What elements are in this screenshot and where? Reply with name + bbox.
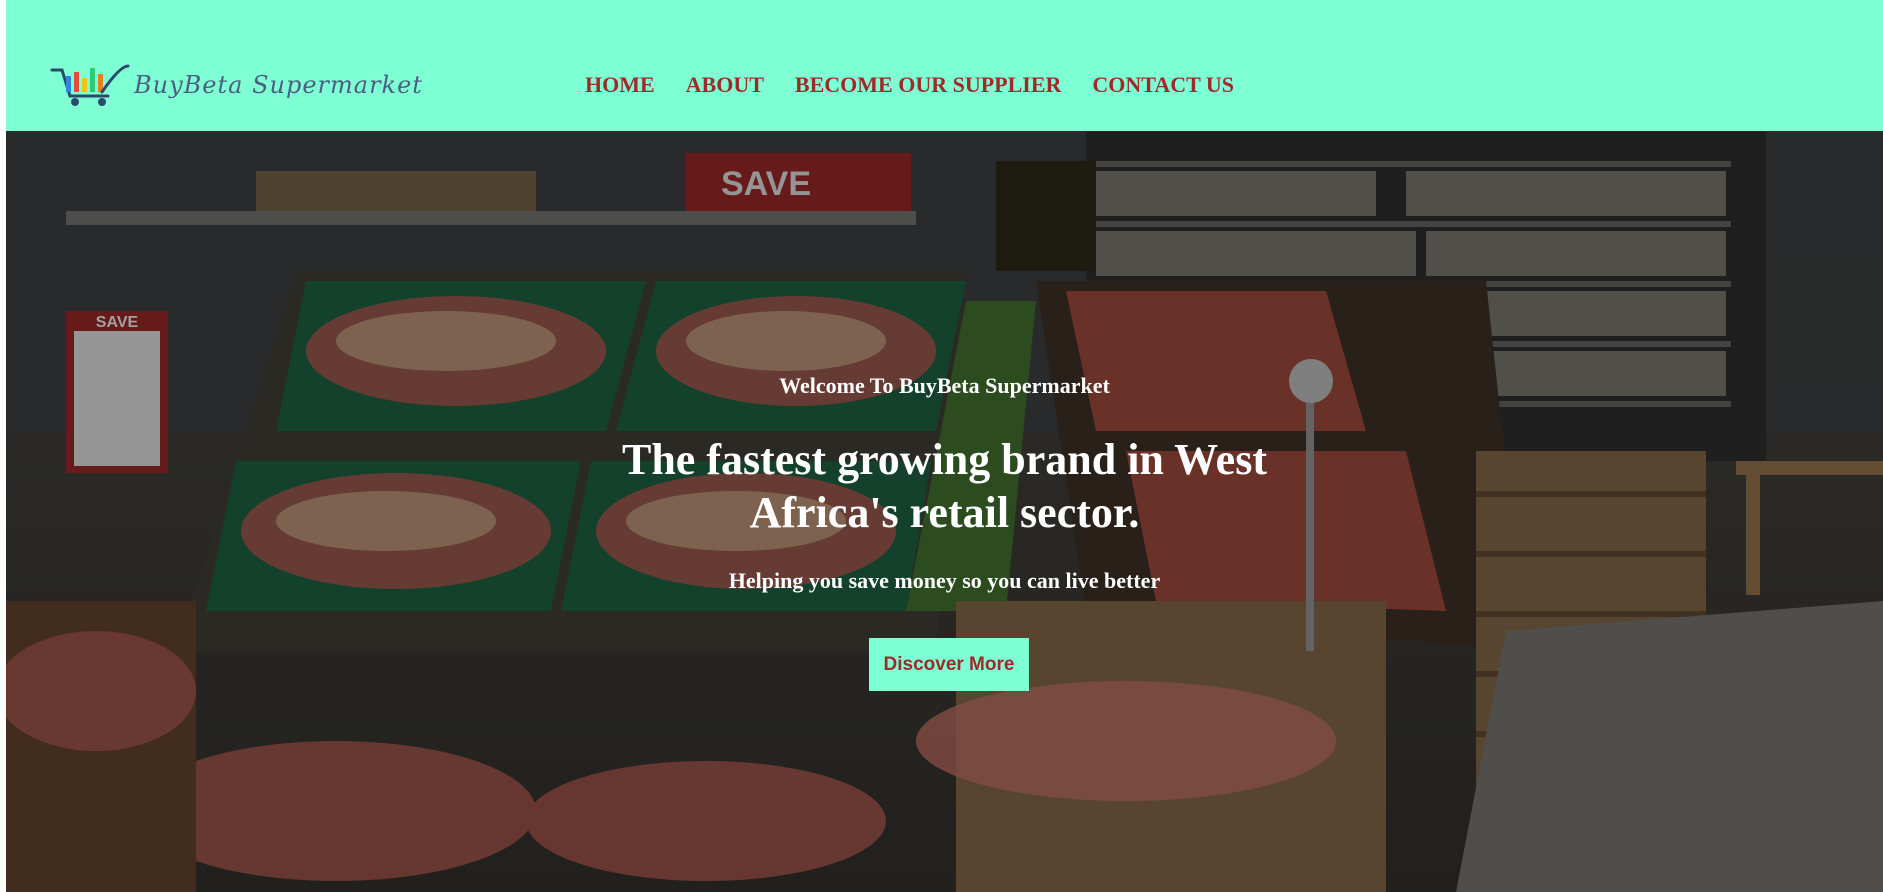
- hero-section: SAVE SAVE SAVE: [6, 131, 1883, 892]
- hero-content: Welcome To BuyBeta Supermarket The faste…: [6, 131, 1883, 892]
- hero-headline: The fastest growing brand in West Africa…: [621, 435, 1267, 537]
- brand-logo[interactable]: BuyBeta Supermarket: [50, 62, 423, 108]
- nav-about[interactable]: ABOUT: [686, 70, 764, 100]
- hero-welcome: Welcome To BuyBeta Supermarket: [779, 373, 1110, 398]
- nav-contact-us[interactable]: CONTACT US: [1092, 70, 1234, 100]
- main-nav: HOME ABOUT BECOME OUR SUPPLIER CONTACT U…: [585, 70, 1265, 100]
- nav-home[interactable]: HOME: [585, 70, 655, 100]
- navbar: BuyBeta Supermarket HOME ABOUT BECOME OU…: [6, 0, 1883, 131]
- discover-more-button[interactable]: Discover More: [869, 638, 1029, 691]
- nav-become-supplier[interactable]: BECOME OUR SUPPLIER: [795, 70, 1061, 100]
- hero-subheadline: Helping you save money so you can live b…: [728, 568, 1161, 593]
- page: BuyBeta Supermarket HOME ABOUT BECOME OU…: [6, 0, 1883, 892]
- brand-name: BuyBeta Supermarket: [134, 71, 423, 99]
- shopping-cart-icon: [50, 64, 130, 106]
